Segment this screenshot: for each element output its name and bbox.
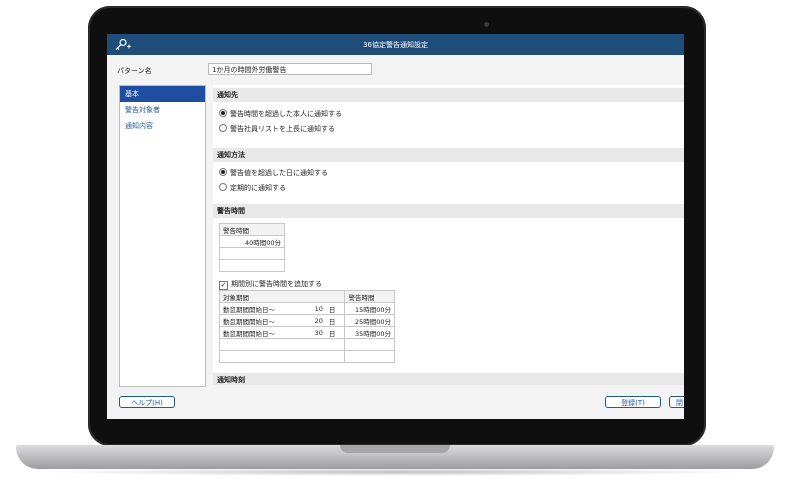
unit-cell: 日 (325, 314, 346, 327)
section-notify-method: 通知方法 (213, 148, 684, 162)
table-header: 警告時間 (219, 223, 285, 236)
radio-label: 警告値を超過した日に通知する (230, 169, 328, 177)
window-title: 36協定警告通知設定 (363, 41, 428, 49)
radio-selected-icon (219, 168, 227, 176)
period-warning-checkbox[interactable]: ✓ 期間別に警告時間を追加する (219, 279, 322, 290)
table-header: 警告時間 (344, 290, 395, 303)
radio-label: 警告社員リストを上長に通知する (230, 125, 335, 133)
unit-cell: 日 (325, 302, 346, 315)
time-cell[interactable]: 35時間00分 (344, 326, 395, 339)
period-cell: 勤怠期間開始日～ (219, 326, 306, 339)
time-cell[interactable] (344, 338, 395, 351)
radio-notify-periodic[interactable]: 定期的に通知する (219, 183, 286, 193)
period-cell[interactable] (218, 338, 346, 351)
radio-selected-icon (219, 109, 227, 117)
radio-notify-on-exceed[interactable]: 警告値を超過した日に通知する (219, 168, 328, 178)
time-cell[interactable] (344, 350, 395, 363)
radio-notify-supervisor[interactable]: 警告社員リストを上長に通知する (219, 124, 335, 134)
app-window: 36協定警告通知設定 パターン名 1か月の時間外労働警告 基本 警告対象者 通知… (107, 34, 684, 419)
close-button[interactable]: 閉 (669, 396, 684, 408)
section-warning-time: 警告時間 (213, 204, 684, 218)
register-button[interactable]: 登録(T) (605, 396, 661, 408)
period-cell: 勤怠期間開始日～ (219, 314, 306, 327)
pattern-name-label: パターン名 (117, 67, 152, 75)
table-cell[interactable] (219, 259, 285, 272)
radio-label: 定期的に通知する (230, 184, 286, 192)
period-cell[interactable] (218, 350, 346, 363)
day-cell[interactable]: 10 (305, 302, 326, 315)
table-row[interactable] (218, 338, 395, 351)
settings-panel: 通知先 警告時間を超過した本人に通知する 警告社員リストを上長に通知する 通知方… (213, 85, 684, 385)
sidebar-item-basic[interactable]: 基本 (120, 86, 205, 102)
laptop-notch (340, 445, 450, 453)
pattern-name-input[interactable]: 1か月の時間外労働警告 (208, 63, 372, 75)
camera (484, 22, 489, 27)
checkbox-label: 期間別に警告時間を追加する (231, 280, 322, 288)
table-row[interactable]: 勤怠期間開始日～ 30 日 35時間00分 (219, 326, 395, 339)
section-notify-time: 通知時刻 (213, 373, 684, 385)
day-cell[interactable]: 30 (305, 326, 326, 339)
day-cell[interactable]: 20 (305, 314, 326, 327)
radio-icon (219, 124, 227, 132)
period-warning-table: 対象期間 警告時間 勤怠期間開始日～ 10 日 15時間00分 勤怠期間開始日～… (218, 290, 395, 363)
title-bar: 36協定警告通知設定 (107, 34, 684, 55)
help-button[interactable]: ヘルプ(H) (119, 396, 175, 408)
section-notify-to: 通知先 (213, 88, 684, 102)
checkbox-checked-icon: ✓ (219, 281, 228, 290)
radio-label: 警告時間を超過した本人に通知する (230, 110, 342, 118)
radio-icon (219, 183, 227, 191)
laptop-shadow (40, 468, 750, 476)
table-header: 対象期間 (218, 290, 346, 303)
sidebar-item-notify-content[interactable]: 通知内容 (120, 118, 205, 134)
table-cell[interactable] (219, 247, 285, 260)
warning-time-table: 警告時間 40時間00分 (219, 223, 285, 272)
time-cell[interactable]: 25時間00分 (344, 314, 395, 327)
sidebar-item-targets[interactable]: 警告対象者 (120, 102, 205, 118)
radio-notify-self[interactable]: 警告時間を超過した本人に通知する (219, 109, 342, 119)
period-cell: 勤怠期間開始日～ (219, 302, 306, 315)
unit-cell: 日 (325, 326, 346, 339)
table-cell[interactable]: 40時間00分 (219, 235, 285, 248)
sidebar: 基本 警告対象者 通知内容 (119, 85, 206, 387)
time-cell[interactable]: 15時間00分 (344, 302, 395, 315)
table-row[interactable]: 勤怠期間開始日～ 10 日 15時間00分 (219, 302, 395, 315)
table-row[interactable]: 勤怠期間開始日～ 20 日 25時間00分 (219, 314, 395, 327)
table-row[interactable] (218, 350, 395, 363)
